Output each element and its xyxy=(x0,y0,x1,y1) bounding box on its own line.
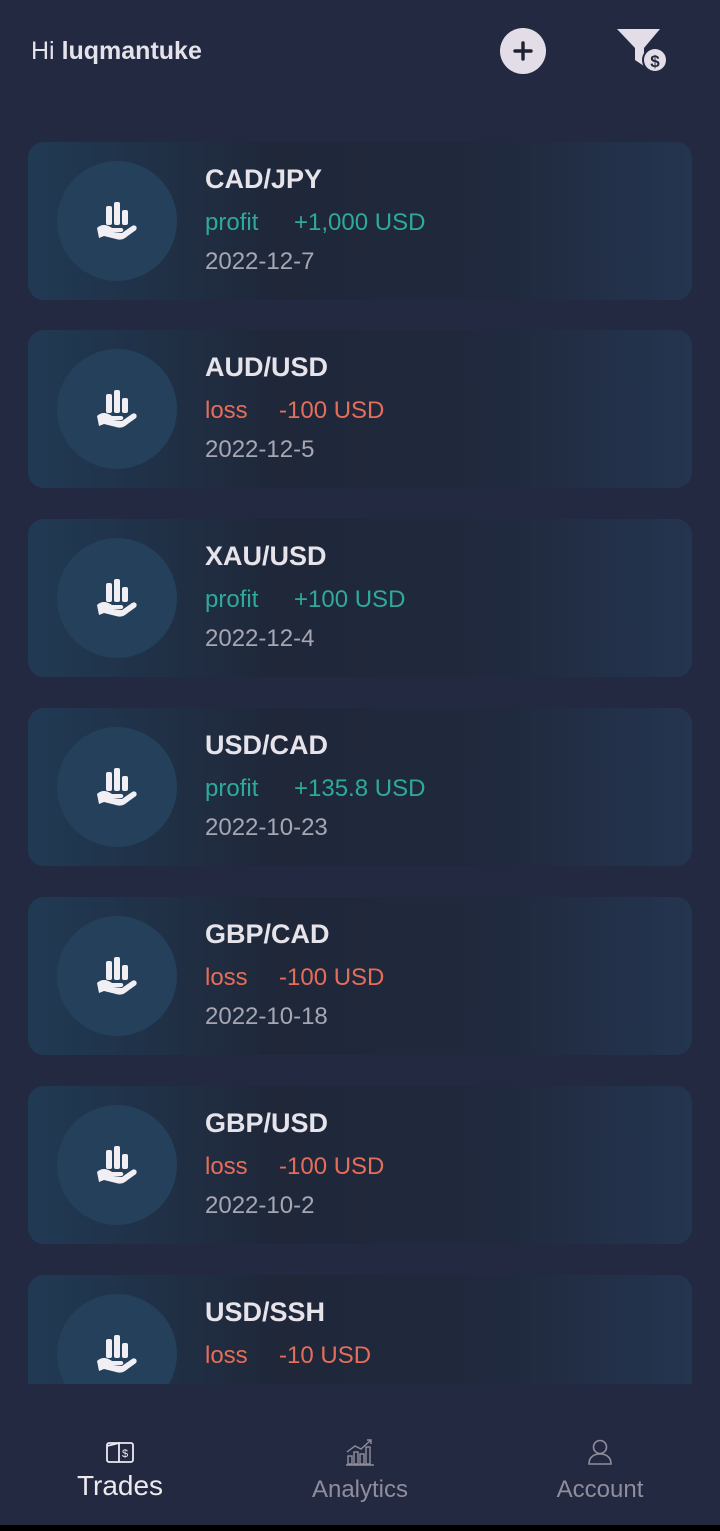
hand-chart-icon xyxy=(97,1146,137,1184)
trade-date: 2022-12-5 xyxy=(205,436,315,463)
trade-amount: +135.8 USD xyxy=(294,775,426,802)
trade-date: 2022-12-7 xyxy=(205,248,315,275)
trade-result: loss xyxy=(205,397,248,424)
trade-pair: AUD/USD xyxy=(205,352,329,382)
trade-pair: USD/CAD xyxy=(205,730,329,760)
wallet-icon: $ xyxy=(106,1441,134,1463)
trade-result: profit xyxy=(205,775,259,802)
header: Hi luqmantuke $ xyxy=(0,0,720,110)
username: luqmantuke xyxy=(61,37,202,65)
trade-avatar xyxy=(57,161,177,281)
trade-result: loss xyxy=(205,964,248,991)
greeting: Hi luqmantuke xyxy=(31,37,202,66)
trade-pair: XAU/USD xyxy=(205,541,327,571)
trade-result: loss xyxy=(205,1342,248,1369)
hand-chart-icon xyxy=(97,1335,137,1373)
trade-avatar xyxy=(57,916,177,1036)
nav-trades[interactable]: $ Trades xyxy=(0,1384,240,1525)
nav-account[interactable]: Account xyxy=(480,1384,720,1525)
filter-button[interactable]: $ xyxy=(614,26,670,76)
trade-card[interactable]: CAD/JPY profit +1,000 USD 2022-12-7 xyxy=(28,142,692,300)
app-screen: Hi luqmantuke $ CAD/JPY profit +1,000 US… xyxy=(0,0,720,1531)
hand-chart-icon xyxy=(97,579,137,617)
trade-list[interactable]: CAD/JPY profit +1,000 USD 2022-12-7 AUD/… xyxy=(0,140,720,1384)
trade-avatar xyxy=(57,1105,177,1225)
add-trade-button[interactable] xyxy=(500,28,546,74)
trade-card[interactable]: USD/CAD profit +135.8 USD 2022-10-23 xyxy=(28,708,692,866)
trade-card[interactable]: XAU/USD profit +100 USD 2022-12-4 xyxy=(28,519,692,677)
hand-chart-icon xyxy=(97,202,137,240)
trade-avatar xyxy=(57,538,177,658)
nav-trades-label: Trades xyxy=(76,1470,164,1501)
trade-avatar xyxy=(57,349,177,469)
trade-amount: -10 USD xyxy=(279,1342,372,1369)
system-bar xyxy=(0,1525,720,1531)
bar-chart-icon xyxy=(346,1439,374,1466)
trade-avatar xyxy=(57,1294,177,1384)
trade-card[interactable]: GBP/USD loss -100 USD 2022-10-2 xyxy=(28,1086,692,1244)
trade-card[interactable]: AUD/USD loss -100 USD 2022-12-5 xyxy=(28,330,692,488)
trade-card[interactable]: GBP/CAD loss -100 USD 2022-10-18 xyxy=(28,897,692,1055)
trade-pair: GBP/CAD xyxy=(205,919,330,949)
trade-pair: GBP/USD xyxy=(205,1108,329,1138)
trade-pair: USD/SSH xyxy=(205,1297,326,1327)
svg-text:$: $ xyxy=(650,52,660,71)
trade-date: 2022-10-18 xyxy=(205,1003,328,1030)
trade-date: 2022-12-4 xyxy=(205,625,315,652)
nav-analytics[interactable]: Analytics xyxy=(240,1384,480,1525)
hand-chart-icon xyxy=(97,957,137,995)
trade-card[interactable]: USD/SSH loss -10 USD xyxy=(28,1275,692,1384)
trade-result: profit xyxy=(205,586,259,613)
user-icon xyxy=(588,1439,612,1465)
hand-chart-icon xyxy=(97,768,137,806)
nav-analytics-label: Analytics xyxy=(311,1476,409,1503)
trade-amount: +100 USD xyxy=(294,586,406,613)
trade-result: profit xyxy=(205,209,259,236)
hand-chart-icon xyxy=(97,390,137,428)
nav-account-label: Account xyxy=(556,1476,644,1503)
trade-amount: -100 USD xyxy=(279,964,385,991)
trade-pair: CAD/JPY xyxy=(205,164,323,194)
trade-result: loss xyxy=(205,1153,248,1180)
greeting-text: Hi xyxy=(31,37,55,65)
plus-icon xyxy=(513,41,533,61)
trade-amount: -100 USD xyxy=(279,397,385,424)
trade-amount: +1,000 USD xyxy=(294,209,426,236)
trade-amount: -100 USD xyxy=(279,1153,385,1180)
trade-avatar xyxy=(57,727,177,847)
filter-dollar-icon: $ xyxy=(617,29,668,73)
svg-text:$: $ xyxy=(122,1448,128,1460)
bottom-nav: $ Trades Analytics Account xyxy=(0,1384,720,1525)
trade-date: 2022-10-2 xyxy=(205,1192,315,1219)
trade-date: 2022-10-23 xyxy=(205,814,328,841)
